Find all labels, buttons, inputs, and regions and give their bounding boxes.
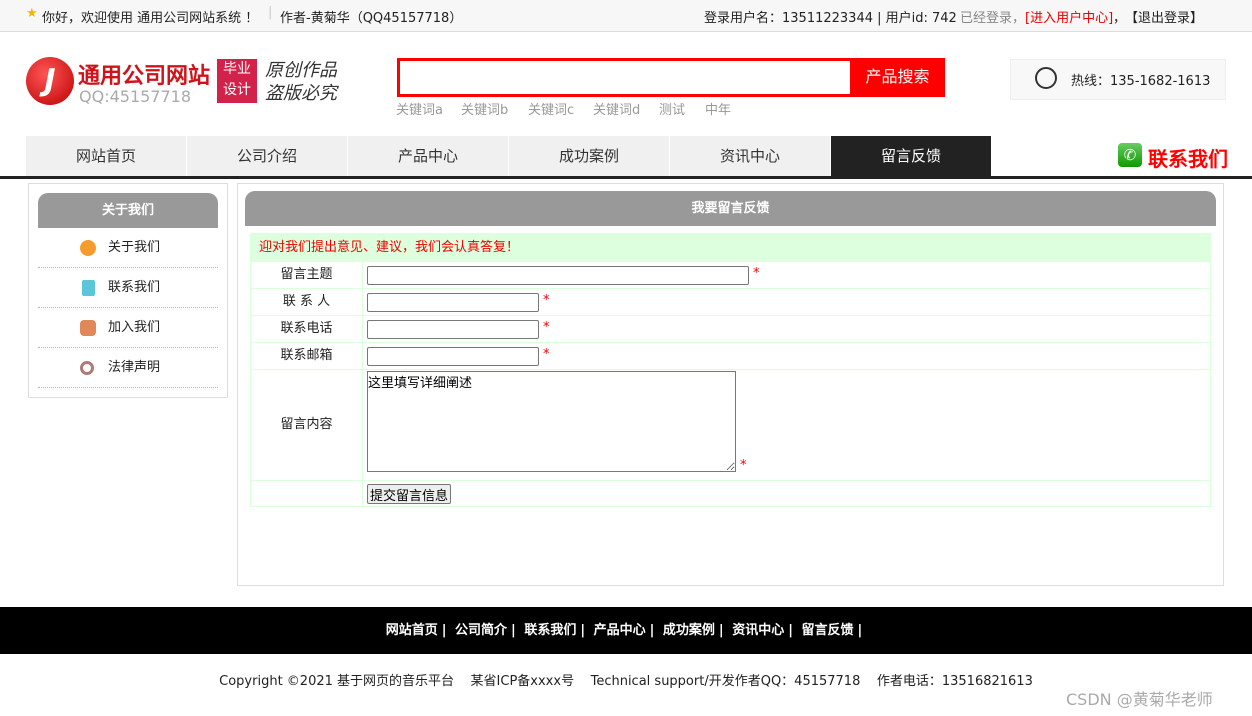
keyword-link[interactable]: 关键词c: [528, 99, 574, 118]
required-mark: *: [543, 320, 550, 335]
field-label: 留言主题: [251, 262, 363, 288]
nav-news[interactable]: 资讯中心: [670, 136, 831, 176]
site-name: 通用公司网站: [78, 64, 211, 89]
lock-icon: [80, 320, 96, 336]
footer-link[interactable]: 公司简介: [455, 623, 507, 638]
required-mark: *: [543, 293, 550, 308]
main-nav: 网站首页 公司介绍 产品中心 成功案例 资讯中心 留言反馈: [26, 136, 992, 176]
required-mark: *: [543, 347, 550, 362]
copyright: Copyright ©2021 基于网页的音乐平台 某省ICP备xxxx号 Te…: [219, 674, 1033, 689]
content-textarea[interactable]: 这里填写详细阐述: [367, 371, 736, 472]
contact-us-link[interactable]: 联系我们: [1148, 143, 1228, 172]
required-mark: *: [740, 458, 747, 473]
sidebar-item-legal[interactable]: 法律声明: [38, 348, 218, 388]
feedback-form: 迎对我们提出意见、建议，我们会认真答复！ 留言主题 * 联 系 人 * 联系电话 * …: [250, 233, 1211, 507]
field-label: 联 系 人: [251, 289, 363, 315]
sidebar-item-contact[interactable]: 联系我们: [38, 268, 218, 308]
empty-label: [251, 481, 363, 506]
logo-icon: J: [26, 57, 74, 105]
contact-person-input[interactable]: [367, 293, 539, 312]
main-title: 我要留言反馈: [245, 191, 1216, 226]
user-center-link[interactable]: [进入用户中心]: [1025, 7, 1113, 26]
sidebar-title: 关于我们: [38, 193, 218, 228]
footer-link[interactable]: 成功案例: [663, 623, 715, 638]
star-icon: ★: [26, 6, 38, 21]
footer-link[interactable]: 联系我们: [524, 623, 576, 638]
field-label: 联系邮箱: [251, 343, 363, 369]
logout-link[interactable]: 【退出登录】: [1125, 7, 1203, 26]
logged-status: 已经登录，: [960, 11, 1026, 26]
slogan: 原创作品 盗版必究: [265, 60, 337, 104]
subject-input[interactable]: [367, 266, 749, 285]
field-label: 联系电话: [251, 316, 363, 342]
footer-link[interactable]: 留言反馈: [802, 623, 854, 638]
nav-about[interactable]: 公司介绍: [187, 136, 348, 176]
keyword-link[interactable]: 测试: [659, 99, 685, 118]
footer-link[interactable]: 网站首页: [386, 623, 438, 638]
footer-link[interactable]: 资讯中心: [732, 623, 784, 638]
divider: |: [268, 5, 273, 20]
nav-products[interactable]: 产品中心: [348, 136, 509, 176]
nav-home[interactable]: 网站首页: [26, 136, 187, 176]
footer-link[interactable]: 产品中心: [594, 623, 646, 638]
keyword-link[interactable]: 关键词a: [396, 99, 443, 118]
nav-cases[interactable]: 成功案例: [509, 136, 670, 176]
nav-feedback[interactable]: 留言反馈: [831, 136, 992, 176]
sidebar-item-join[interactable]: 加入我们: [38, 308, 218, 348]
sidebar-item-about[interactable]: 关于我们: [38, 228, 218, 268]
customer-service-icon: [1035, 67, 1057, 89]
about-icon: [80, 240, 96, 256]
power-icon: [80, 361, 94, 375]
sidebar-item-label: 联系我们: [108, 280, 161, 295]
sidebar-item-label: 关于我们: [108, 240, 161, 255]
field-label: 留言内容: [251, 370, 363, 480]
welcome-text: 你好，欢迎使用 通用公司网站系统 ！: [42, 11, 259, 26]
site-qq: QQ:45157718: [79, 87, 192, 106]
search-button[interactable]: 产品搜索: [850, 58, 945, 97]
submit-button[interactable]: 提交留言信息: [367, 484, 452, 504]
sidebar-item-label: 法律声明: [108, 360, 161, 375]
author-text: 作者-黄菊华（QQ45157718）: [280, 11, 463, 26]
login-info: 登录用户名：13511223344 | 用户id: 742: [704, 11, 957, 26]
email-input[interactable]: [367, 347, 539, 366]
keyword-link[interactable]: 关键词d: [593, 99, 640, 118]
search-input[interactable]: [400, 61, 850, 94]
sidebar-item-label: 加入我们: [108, 320, 161, 335]
footer-nav: 网站首页 | 公司简介 | 联系我们 | 产品中心 | 成功案例 | 资讯中心 | 留言反馈…: [0, 607, 1252, 654]
hotline: 热线：135-1682-1613: [1071, 74, 1211, 89]
clipboard-icon: [82, 280, 95, 296]
required-mark: *: [753, 266, 760, 281]
graduation-badge: 毕业 设计: [217, 59, 257, 103]
phone-icon: ✆: [1118, 143, 1142, 167]
form-notice: 迎对我们提出意见、建议，我们会认真答复！: [251, 234, 1210, 261]
nav-divider: [0, 176, 1252, 179]
watermark: CSDN @黄菊华老师: [1066, 690, 1213, 709]
phone-input[interactable]: [367, 320, 539, 339]
keyword-link[interactable]: 关键词b: [461, 99, 508, 118]
keyword-link[interactable]: 中年: [705, 99, 731, 118]
